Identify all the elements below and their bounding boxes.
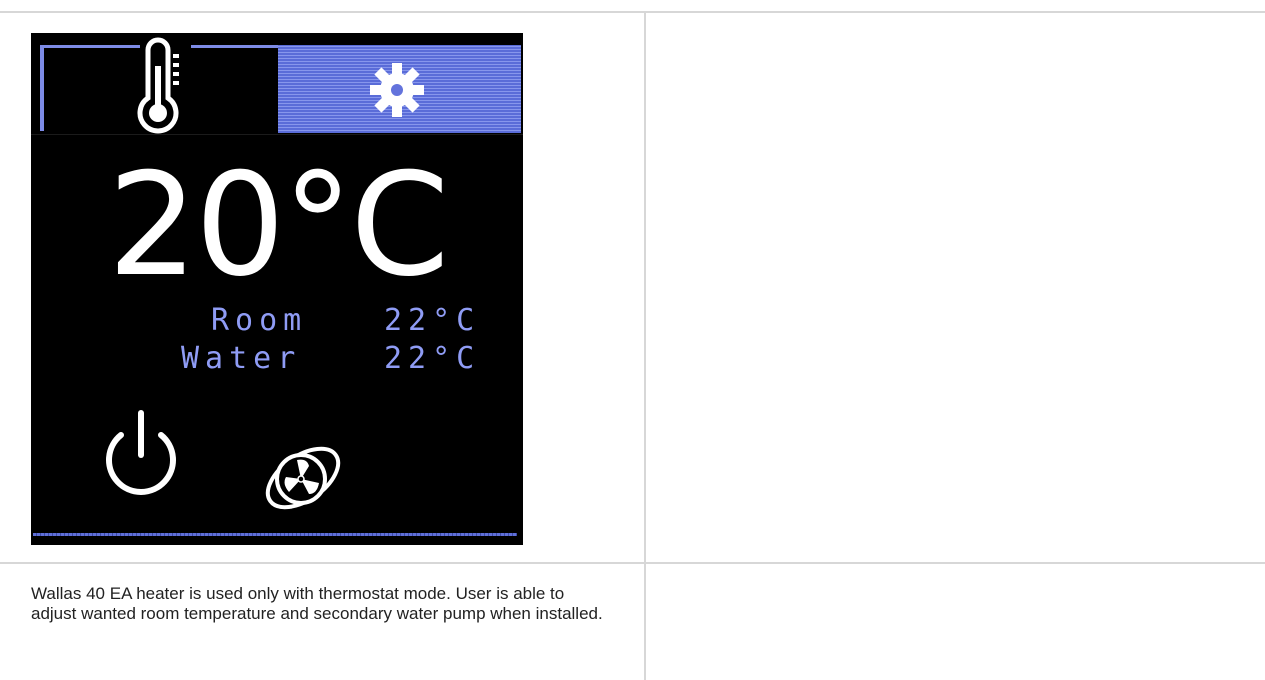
description-text: Wallas 40 EA heater is used only with th… xyxy=(31,584,603,623)
setpoint-temperature[interactable]: 20°C xyxy=(31,151,523,301)
fan-icon[interactable] xyxy=(253,436,353,516)
table-border-top xyxy=(0,11,1265,13)
screen-bottom-bar xyxy=(33,533,517,536)
heater-display-screen: 20°C Room 22°C Water 22°C xyxy=(31,33,523,545)
room-temperature-value: 22°C xyxy=(384,303,481,338)
power-icon[interactable] xyxy=(96,405,186,505)
table-border-middle xyxy=(0,562,1265,564)
water-temperature-value: 22°C xyxy=(384,341,481,376)
gear-icon xyxy=(370,63,424,117)
thermometer-icon xyxy=(137,37,179,134)
water-label: Water xyxy=(181,341,302,376)
table-column-divider xyxy=(644,11,646,680)
room-label: Room xyxy=(211,303,308,338)
